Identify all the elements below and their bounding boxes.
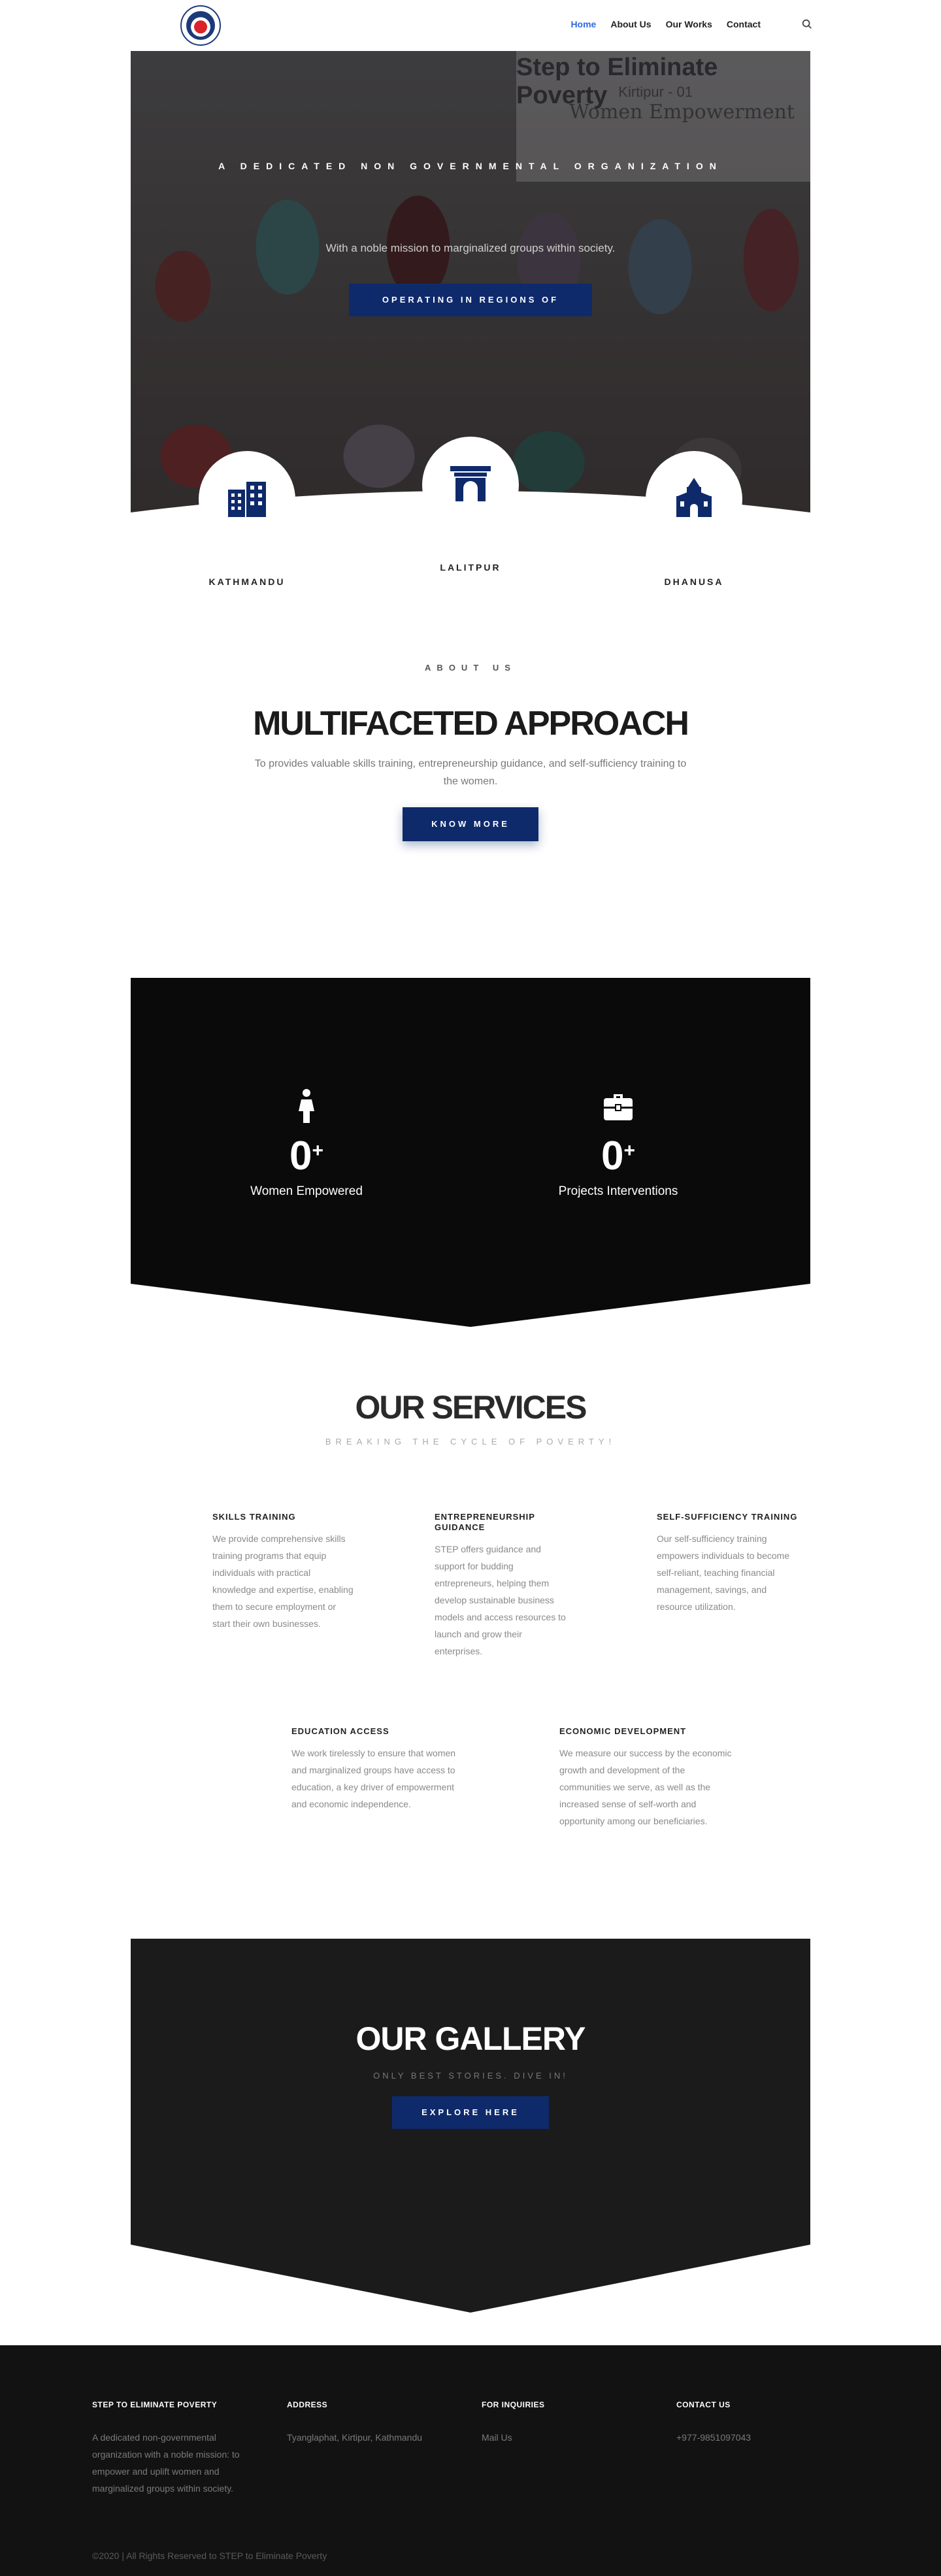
hero-content: A DEDICATED NON GOVERNMENTAL ORGANIZATIO… <box>131 51 810 316</box>
service-entrepreneurship-guidance: ENTREPRENEURSHIP GUIDANCE STEP offers gu… <box>435 1512 572 1660</box>
nav-home[interactable]: Home <box>570 19 596 29</box>
hero-section: Step to Eliminate Poverty Kirtipur - 01 … <box>131 51 810 587</box>
footer-col-title: FOR INQUIRIES <box>482 2400 545 2409</box>
region-circle <box>199 451 295 548</box>
regions-button[interactable]: OPERATING IN REGIONS OF <box>349 284 592 316</box>
service-title: SELF-SUFFICIENCY TRAINING <box>657 1512 798 1522</box>
about-section: ABOUT US MULTIFACETED APPROACH To provid… <box>0 580 941 978</box>
services-title: OUR SERVICES <box>355 1389 587 1426</box>
service-education-access: EDUCATION ACCESS We work tirelessly to e… <box>291 1726 468 1813</box>
organization-logo[interactable] <box>180 5 221 46</box>
service-text: Our self-sufficiency training empowers i… <box>657 1533 790 1612</box>
nav-about-us[interactable]: About Us <box>610 19 651 29</box>
about-eyebrow: ABOUT US <box>425 663 516 673</box>
site-footer: STEP TO ELIMINATE POVERTY A dedicated no… <box>0 2345 941 2576</box>
service-skills-training: SKILLS TRAINING We provide comprehensive… <box>212 1512 356 1632</box>
service-economic-development: ECONOMIC DEVELOPMENT We measure our succ… <box>559 1726 736 1830</box>
region-kathmandu: KATHMANDU <box>182 451 312 587</box>
mail-us-link[interactable]: Mail Us <box>482 2429 652 2446</box>
gallery-subtitle: ONLY BEST STORIES. DIVE IN! <box>373 2071 568 2081</box>
stat-caption: Projects Interventions <box>558 1184 678 1198</box>
buildings-icon <box>224 475 270 524</box>
service-title: EDUCATION ACCESS <box>291 1726 389 1736</box>
region-label: KATHMANDU <box>208 577 286 587</box>
gallery-section: OUR GALLERY ONLY BEST STORIES. DIVE IN! … <box>131 1939 810 2313</box>
service-title: ECONOMIC DEVELOPMENT <box>559 1726 687 1736</box>
footer-col-inquiries: FOR INQUIRIES Mail Us <box>482 2400 652 2446</box>
logo-emblem <box>186 11 215 40</box>
service-text: We measure our success by the economic g… <box>559 1748 732 1826</box>
footer-col-address: ADDRESS Tyanglaphat, Kirtipur, Kathmandu <box>287 2400 457 2446</box>
main-menu: Home About Us Our Works Contact <box>570 18 813 30</box>
nav-our-works[interactable]: Our Works <box>666 19 712 29</box>
region-dhanusa: DHANUSA <box>629 451 759 587</box>
top-nav: Home About Us Our Works Contact <box>0 0 941 51</box>
footer-col-title: ADDRESS <box>287 2400 328 2409</box>
hero-description: With a noble mission to marginalized gro… <box>325 242 616 254</box>
services-subtitle: BREAKING THE CYCLE OF POVERTY! <box>325 1437 616 1447</box>
footer-col-text: A dedicated non-governmental organizatio… <box>92 2432 240 2494</box>
region-circle <box>422 437 519 533</box>
stat-projects-interventions: 0+ Projects Interventions <box>520 1089 716 1199</box>
footer-col-text: Tyanglaphat, Kirtipur, Kathmandu <box>287 2432 423 2443</box>
region-label: DHANUSA <box>664 577 724 587</box>
region-label: LALITPUR <box>440 562 501 573</box>
gate-icon <box>448 461 493 510</box>
briefcase-icon <box>603 1089 634 1123</box>
stat-caption: Women Empowered <box>250 1184 363 1198</box>
copyright: ©2020 | All Rights Reserved to STEP to E… <box>92 2551 327 2561</box>
service-title: SKILLS TRAINING <box>212 1512 296 1522</box>
stat-value: 0+ <box>289 1133 323 1179</box>
service-self-sufficiency-training: SELF-SUFFICIENCY TRAINING Our self-suffi… <box>657 1512 801 1615</box>
gallery-content: OUR GALLERY ONLY BEST STORIES. DIVE IN! … <box>131 2020 810 2129</box>
service-title: ENTREPRENEURSHIP GUIDANCE <box>435 1512 535 1532</box>
search-icon[interactable] <box>801 18 813 30</box>
footer-col-title: CONTACT US <box>676 2400 731 2409</box>
gallery-title: OUR GALLERY <box>355 2020 586 2057</box>
stat-value: 0+ <box>601 1133 635 1179</box>
woman-icon <box>291 1089 322 1123</box>
service-text: We work tirelessly to ensure that women … <box>291 1748 456 1809</box>
phone-number[interactable]: +977-9851097043 <box>676 2429 846 2446</box>
temple-icon <box>671 475 717 524</box>
service-text: STEP offers guidance and support for bud… <box>435 1544 566 1656</box>
footer-col-about: STEP TO ELIMINATE POVERTY A dedicated no… <box>92 2400 262 2497</box>
nav-contact[interactable]: Contact <box>727 19 761 29</box>
stats-section: 0+ Women Empowered 0+ Projects Intervent… <box>131 978 810 1327</box>
hero-tagline: A DEDICATED NON GOVERNMENTAL ORGANIZATIO… <box>218 161 723 171</box>
know-more-button[interactable]: KNOW MORE <box>403 807 538 841</box>
explore-here-button[interactable]: EXPLORE HERE <box>392 2096 549 2129</box>
services-section: OUR SERVICES BREAKING THE CYCLE OF POVER… <box>0 1327 941 1939</box>
stat-women-empowered: 0+ Women Empowered <box>208 1089 404 1199</box>
about-text: To provides valuable skills training, en… <box>254 758 687 787</box>
region-lalitpur: LALITPUR <box>405 437 536 573</box>
footer-col-contact: CONTACT US +977-9851097043 <box>676 2400 846 2446</box>
region-circle <box>646 451 742 548</box>
footer-col-title: STEP TO ELIMINATE POVERTY <box>92 2400 218 2409</box>
about-title: MULTIFACETED APPROACH <box>253 705 689 743</box>
service-text: We provide comprehensive skills training… <box>212 1533 354 1629</box>
